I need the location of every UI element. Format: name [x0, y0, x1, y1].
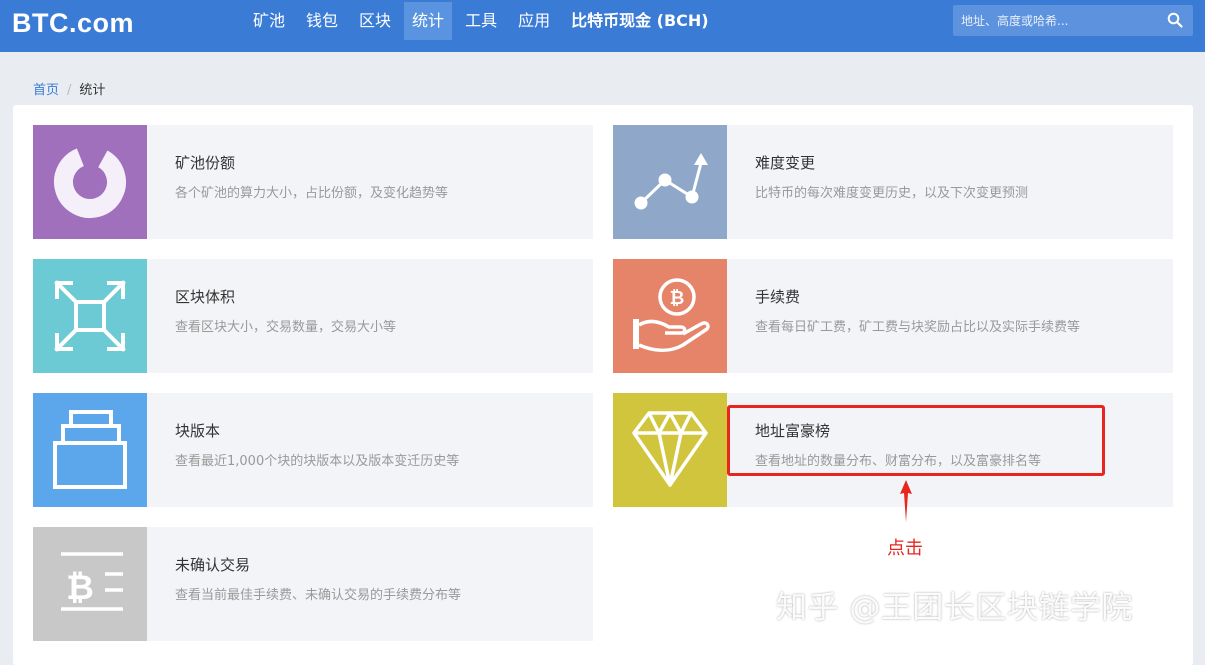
highlight-box: [727, 405, 1105, 476]
search-icon[interactable]: [1167, 12, 1183, 28]
bitcoin-lines-icon: ₿: [61, 552, 123, 611]
card-title: 未确认交易: [175, 556, 251, 574]
card-unconfirmed-tx[interactable]: ₿ 未确认交易 查看当前最佳手续费、未确认交易的手续费分布等: [33, 527, 593, 641]
nav-item-bch[interactable]: 比特币现金 (BCH): [563, 2, 717, 40]
card-title: 难度变更: [755, 154, 816, 172]
nav-item-stats[interactable]: 统计: [404, 2, 453, 40]
card-title: 手续费: [755, 288, 801, 306]
arrow-up-icon: [900, 480, 912, 522]
card-icon-bg: [613, 125, 727, 239]
diamond-icon: [632, 411, 708, 487]
nav-item-tools[interactable]: 工具: [457, 2, 505, 40]
card-title: 区块体积: [175, 288, 236, 306]
card-title: 矿池份额: [175, 154, 236, 172]
breadcrumb-home[interactable]: 首页: [33, 83, 59, 98]
svg-text:₿: ₿: [670, 288, 685, 309]
search-input[interactable]: [953, 5, 1161, 36]
click-annotation: 点击: [887, 538, 923, 559]
line-trend-icon: [634, 153, 708, 210]
card-icon-bg: [33, 125, 147, 239]
card-desc: 比特币的每次难度变更历史，以及下次变更预测: [755, 186, 1029, 201]
svg-text:₿: ₿: [66, 568, 94, 608]
nav-item-pool[interactable]: 矿池: [245, 2, 293, 40]
pie-chart-icon: [54, 145, 126, 218]
main-nav: 矿池 钱包 区块 统计 工具 应用 比特币现金 (BCH): [245, 2, 722, 40]
card-icon-bg: ₿: [33, 527, 147, 641]
card-pool-share[interactable]: 矿池份额 各个矿池的算力大小，占比份额，及变化趋势等: [33, 125, 593, 239]
nav-item-apps[interactable]: 应用: [510, 2, 558, 40]
breadcrumb-current: 统计: [79, 83, 106, 98]
card-block-version[interactable]: 块版本 查看最近1,000个块的块版本以及版本变迁历史等: [33, 393, 593, 507]
card-desc: 查看最近1,000个块的块版本以及版本变迁历史等: [175, 454, 460, 469]
breadcrumb-separator: /: [67, 83, 72, 98]
card-icon-bg: ₿: [613, 259, 727, 373]
card-desc: 各个矿池的算力大小，占比份额，及变化趋势等: [175, 186, 449, 201]
stack-layers-icon: [53, 410, 127, 489]
card-block-size[interactable]: 区块体积 查看区块大小，交易数量，交易大小等: [33, 259, 593, 373]
site-logo[interactable]: BTC.com: [12, 8, 134, 39]
watermark-text: 知乎 @王团长区块链学院: [776, 590, 1133, 626]
card-icon-bg: [33, 393, 147, 507]
card-icon-bg: [33, 259, 147, 373]
bitcoin-hand-icon: ₿: [633, 278, 710, 352]
card-desc: 查看区块大小，交易数量，交易大小等: [175, 320, 397, 335]
nav-item-blocks[interactable]: 区块: [351, 2, 399, 40]
top-navbar: BTC.com 矿池 钱包 区块 统计 工具 应用 比特币现金 (BCH): [0, 0, 1205, 52]
card-title: 块版本: [175, 422, 221, 440]
card-fees[interactable]: ₿ 手续费 查看每日矿工费，矿工费与块奖励占比以及实际手续费等: [613, 259, 1173, 373]
breadcrumb: 首页 / 统计: [33, 79, 105, 98]
nav-item-wallet[interactable]: 钱包: [298, 2, 346, 40]
card-desc: 查看每日矿工费，矿工费与块奖励占比以及实际手续费等: [755, 320, 1081, 335]
expand-arrows-icon: [54, 280, 126, 352]
card-icon-bg: [613, 393, 727, 507]
card-desc: 查看当前最佳手续费、未确认交易的手续费分布等: [175, 588, 462, 603]
search-box: [953, 5, 1193, 36]
card-difficulty[interactable]: 难度变更 比特币的每次难度变更历史，以及下次变更预测: [613, 125, 1173, 239]
